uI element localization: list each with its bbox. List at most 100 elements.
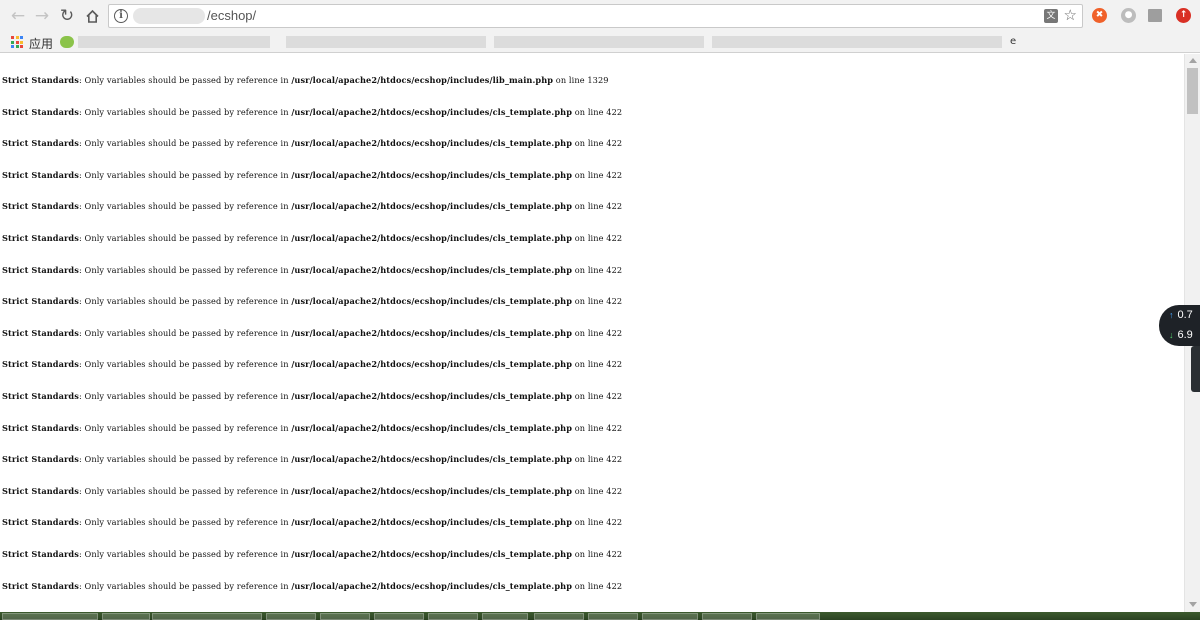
warning-file-path: /usr/local/apache2/htdocs/ecshop/include… xyxy=(291,549,573,559)
warning-line: Strict Standards: Only variables should … xyxy=(2,170,622,180)
warning-line-number: 422 xyxy=(606,580,623,591)
warning-on-line: on line xyxy=(572,580,607,591)
warning-message: : Only variables should be passed by ref… xyxy=(78,422,292,433)
warning-label: Strict Standards xyxy=(2,138,79,149)
back-arrow-icon[interactable]: ← xyxy=(7,5,29,27)
warning-label: Strict Standards xyxy=(2,359,79,370)
apps-grid-icon[interactable] xyxy=(11,36,23,48)
translate-icon[interactable]: 文 xyxy=(1044,9,1058,23)
taskbar-item[interactable] xyxy=(2,613,98,620)
warning-line: Strict Standards: Only variables should … xyxy=(2,107,622,117)
scroll-up-arrow-icon[interactable] xyxy=(1189,58,1197,63)
extension-orange-icon[interactable]: ✖ xyxy=(1092,8,1107,23)
warning-on-line: on line xyxy=(572,454,607,465)
warning-on-line: on line xyxy=(572,391,607,401)
warning-message: : Only variables should be passed by ref… xyxy=(78,485,292,496)
warning-message: : Only variables should be passed by ref… xyxy=(78,75,292,85)
warning-line-number: 422 xyxy=(606,422,623,433)
warning-label: Strict Standards xyxy=(2,201,79,212)
bookmark-redacted[interactable] xyxy=(712,36,1002,48)
warning-line-number: 422 xyxy=(606,138,623,149)
download-row: ↓ 6.9 xyxy=(1169,329,1193,341)
warning-line: Strict Standards: Only variables should … xyxy=(2,233,622,243)
warning-file-path: /usr/local/apache2/htdocs/ecshop/include… xyxy=(291,454,573,465)
warning-on-line: on line xyxy=(572,169,607,180)
address-bar[interactable]: i /ecshop/ 文 ☆ xyxy=(108,4,1083,28)
warning-label: Strict Standards xyxy=(2,327,79,338)
warning-file-path: /usr/local/apache2/htdocs/ecshop/include… xyxy=(291,485,573,496)
taskbar-item[interactable] xyxy=(482,613,528,620)
warning-file-path: /usr/local/apache2/htdocs/ecshop/include… xyxy=(291,201,573,212)
warning-line-number: 422 xyxy=(606,485,623,496)
warning-line: Strict Standards: Only variables should … xyxy=(2,296,622,306)
url-text[interactable]: /ecshop/ xyxy=(207,8,256,23)
bookmark-favicon[interactable] xyxy=(60,36,74,48)
apps-grid-dot xyxy=(15,40,19,44)
warning-label: Strict Standards xyxy=(2,296,79,307)
warning-line-number: 422 xyxy=(606,327,623,338)
bookmark-trailing-text[interactable]: e xyxy=(1010,36,1016,47)
warning-file-path: /usr/local/apache2/htdocs/ecshop/include… xyxy=(291,106,573,117)
warning-line: Strict Standards: Only variables should … xyxy=(2,359,622,369)
warning-file-path: /usr/local/apache2/htdocs/ecshop/include… xyxy=(291,391,573,401)
home-icon[interactable] xyxy=(81,5,103,27)
warning-on-line: on line xyxy=(572,233,607,243)
apps-label[interactable]: 应用 xyxy=(29,35,53,52)
warning-on-line: on line xyxy=(572,201,607,212)
widget-side-handle[interactable] xyxy=(1191,346,1200,392)
warning-on-line: on line xyxy=(572,264,607,275)
warning-label: Strict Standards xyxy=(2,169,79,180)
warning-file-path: /usr/local/apache2/htdocs/ecshop/include… xyxy=(291,517,573,528)
warning-line: Strict Standards: Only variables should … xyxy=(2,549,622,559)
warning-line: Strict Standards: Only variables should … xyxy=(2,201,622,211)
taskbar-item[interactable] xyxy=(534,613,584,620)
star-icon[interactable]: ☆ xyxy=(1064,6,1077,24)
extension-panel-icon[interactable] xyxy=(1148,9,1162,22)
warning-line: Strict Standards: Only variables should … xyxy=(2,423,622,433)
extension-grey-icon[interactable]: ● xyxy=(1121,8,1136,23)
download-value: 6.9 xyxy=(1177,329,1193,341)
warning-line-number: 422 xyxy=(606,169,623,180)
taskbar-item[interactable] xyxy=(428,613,478,620)
warning-message: : Only variables should be passed by ref… xyxy=(78,517,292,528)
network-speed-widget[interactable]: ↑ 0.7 ↓ 6.9 xyxy=(1159,305,1200,346)
warning-on-line: on line xyxy=(553,75,588,85)
warning-on-line: on line xyxy=(572,359,607,370)
scroll-thumb[interactable] xyxy=(1187,68,1198,114)
taskbar-item[interactable] xyxy=(102,613,150,620)
taskbar-item[interactable] xyxy=(374,613,424,620)
taskbar-item[interactable] xyxy=(642,613,698,620)
bookmark-redacted[interactable] xyxy=(494,36,704,48)
browser-toolbar: ← → ↻ i /ecshop/ 文 ☆ ✖ ● ↑ xyxy=(0,0,1200,32)
taskbar-item[interactable] xyxy=(702,613,752,620)
reload-icon[interactable]: ↻ xyxy=(56,5,78,27)
warning-message: : Only variables should be passed by ref… xyxy=(78,264,292,275)
warning-message: : Only variables should be passed by ref… xyxy=(78,549,292,559)
taskbar-item[interactable] xyxy=(588,613,638,620)
taskbar-item[interactable] xyxy=(266,613,316,620)
info-icon[interactable]: i xyxy=(114,9,128,23)
extension-red-icon[interactable]: ↑ xyxy=(1176,8,1191,23)
warning-message: : Only variables should be passed by ref… xyxy=(78,233,292,243)
taskbar-item[interactable] xyxy=(320,613,370,620)
warning-line-number: 422 xyxy=(606,517,623,528)
apps-grid-dot xyxy=(20,45,23,48)
up-arrow-icon: ↑ xyxy=(1169,310,1174,320)
warning-file-path: /usr/local/apache2/htdocs/ecshop/include… xyxy=(291,422,573,433)
apps-grid-dot xyxy=(15,36,19,39)
taskbar-item[interactable] xyxy=(756,613,820,620)
warning-message: : Only variables should be passed by ref… xyxy=(78,138,292,149)
bookmark-redacted[interactable] xyxy=(286,36,486,48)
warning-message: : Only variables should be passed by ref… xyxy=(78,327,292,338)
bookmark-redacted[interactable] xyxy=(78,36,270,48)
warning-label: Strict Standards xyxy=(2,485,79,496)
warning-line: Strict Standards: Only variables should … xyxy=(2,328,622,338)
scroll-down-arrow-icon[interactable] xyxy=(1189,602,1197,607)
warning-file-path: /usr/local/apache2/htdocs/ecshop/include… xyxy=(291,580,573,591)
taskbar-item[interactable] xyxy=(152,613,262,620)
warning-message: : Only variables should be passed by ref… xyxy=(78,296,292,307)
warning-file-path: /usr/local/apache2/htdocs/ecshop/include… xyxy=(291,327,573,338)
bookmarks-bar: 应用 e xyxy=(0,32,1200,53)
forward-arrow-icon[interactable]: → xyxy=(31,5,53,27)
warning-line: Strict Standards: Only variables should … xyxy=(2,75,609,85)
